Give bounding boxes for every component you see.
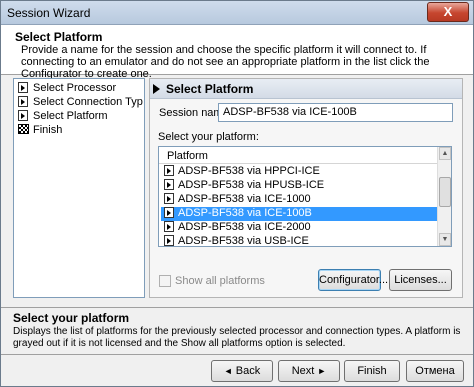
session-wizard-window: Session Wizard X Select Platform Provide… <box>0 0 474 387</box>
header-title: Select Platform <box>15 30 103 44</box>
platform-row-selected[interactable]: ADSP-BF538 via ICE-100B <box>161 207 437 221</box>
platform-row[interactable]: ADSP-BF538 via HPUSB-ICE <box>161 179 437 193</box>
platform-label: ADSP-BF538 via HPPCI-ICE <box>178 165 320 177</box>
platform-row[interactable]: ADSP-BF538 via HPPCI-ICE <box>161 165 437 179</box>
panel-title: Select Platform <box>166 82 254 96</box>
nav-item-finish[interactable]: Finish <box>18 124 62 138</box>
nav-item-select-platform[interactable]: Select Platform <box>18 110 108 124</box>
arrow-page-icon <box>164 165 174 176</box>
show-all-platforms-label: Show all platforms <box>175 275 265 287</box>
finish-button[interactable]: Finish <box>344 360 400 382</box>
next-arrow-icon: ► <box>317 366 327 376</box>
platform-label: ADSP-BF538 via ICE-1000 <box>178 193 311 205</box>
scrollbar-thumb[interactable] <box>439 177 451 207</box>
window-title: Session Wizard <box>7 6 91 20</box>
header-description: Provide a name for the session and choos… <box>21 44 430 80</box>
checkered-flag-icon <box>18 124 29 134</box>
close-icon: X <box>443 4 453 19</box>
title-bar: Session Wizard X <box>1 1 473 25</box>
wizard-header: Select Platform Provide a name for the s… <box>1 25 473 80</box>
session-name-input[interactable]: ADSP-BF538 via ICE-100B <box>218 103 453 122</box>
nav-item-label: Select Processor <box>33 82 117 94</box>
arrow-page-icon <box>18 96 28 107</box>
show-all-platforms-checkbox[interactable] <box>159 275 171 287</box>
platform-row[interactable]: ADSP-BF538 via ICE-2000 <box>161 221 437 235</box>
arrow-page-icon <box>164 193 174 204</box>
select-platform-label: Select your platform: <box>158 131 259 143</box>
platform-label: ADSP-BF538 via USB-ICE <box>178 235 309 247</box>
panel-header: Select Platform <box>150 79 462 99</box>
configurator-button[interactable]: Configurator... <box>318 269 388 291</box>
back-arrow-icon: ◄ <box>223 366 233 376</box>
arrow-icon <box>153 84 160 94</box>
arrow-page-icon <box>164 207 174 218</box>
next-button[interactable]: Next ► <box>278 360 340 382</box>
nav-item-label: Select Platform <box>33 110 108 122</box>
arrow-page-icon <box>164 221 174 232</box>
close-button[interactable]: X <box>427 2 469 22</box>
wizard-steps-tree: Select Processor Select Connection Typ S… <box>13 78 145 298</box>
back-button[interactable]: ◄ Back <box>211 360 273 382</box>
nav-item-label: Select Connection Typ <box>33 96 143 108</box>
scroll-down-icon[interactable]: ▼ <box>439 233 451 246</box>
arrow-page-icon <box>164 179 174 190</box>
arrow-page-icon <box>164 235 174 246</box>
help-description: Displays the list of platforms for the p… <box>13 326 461 349</box>
footer-button-bar: ◄ Back Next ► Finish Отмена <box>1 356 473 386</box>
platform-label: ADSP-BF538 via ICE-100B <box>178 207 312 219</box>
nav-item-select-processor[interactable]: Select Processor <box>18 82 116 96</box>
scroll-up-icon[interactable]: ▲ <box>439 147 451 160</box>
cancel-button[interactable]: Отмена <box>406 360 464 382</box>
platform-label: ADSP-BF538 via HPUSB-ICE <box>178 179 325 191</box>
nav-item-select-connection-type[interactable]: Select Connection Typ <box>18 96 143 110</box>
arrow-page-icon <box>18 82 28 93</box>
column-header-label: Platform <box>167 150 208 162</box>
nav-item-label: Finish <box>33 124 63 136</box>
back-label: Back <box>235 365 261 377</box>
platform-row[interactable]: ADSP-BF538 via ICE-1000 <box>161 193 437 207</box>
next-label: Next <box>291 365 315 377</box>
platform-column-header[interactable]: Platform <box>159 147 439 164</box>
platform-list-scrollbar[interactable]: ▲ ▼ <box>437 147 451 246</box>
platform-list[interactable]: Platform ADSP-BF538 via HPPCI-ICE ADSP-B… <box>158 146 452 247</box>
platform-row[interactable]: ADSP-BF538 via USB-ICE <box>161 235 437 247</box>
platform-label: ADSP-BF538 via ICE-2000 <box>178 221 311 233</box>
help-title: Select your platform <box>13 311 130 325</box>
arrow-page-icon <box>18 110 28 121</box>
licenses-button[interactable]: Licenses... <box>389 269 452 291</box>
help-area: Select your platform Displays the list o… <box>1 307 473 355</box>
